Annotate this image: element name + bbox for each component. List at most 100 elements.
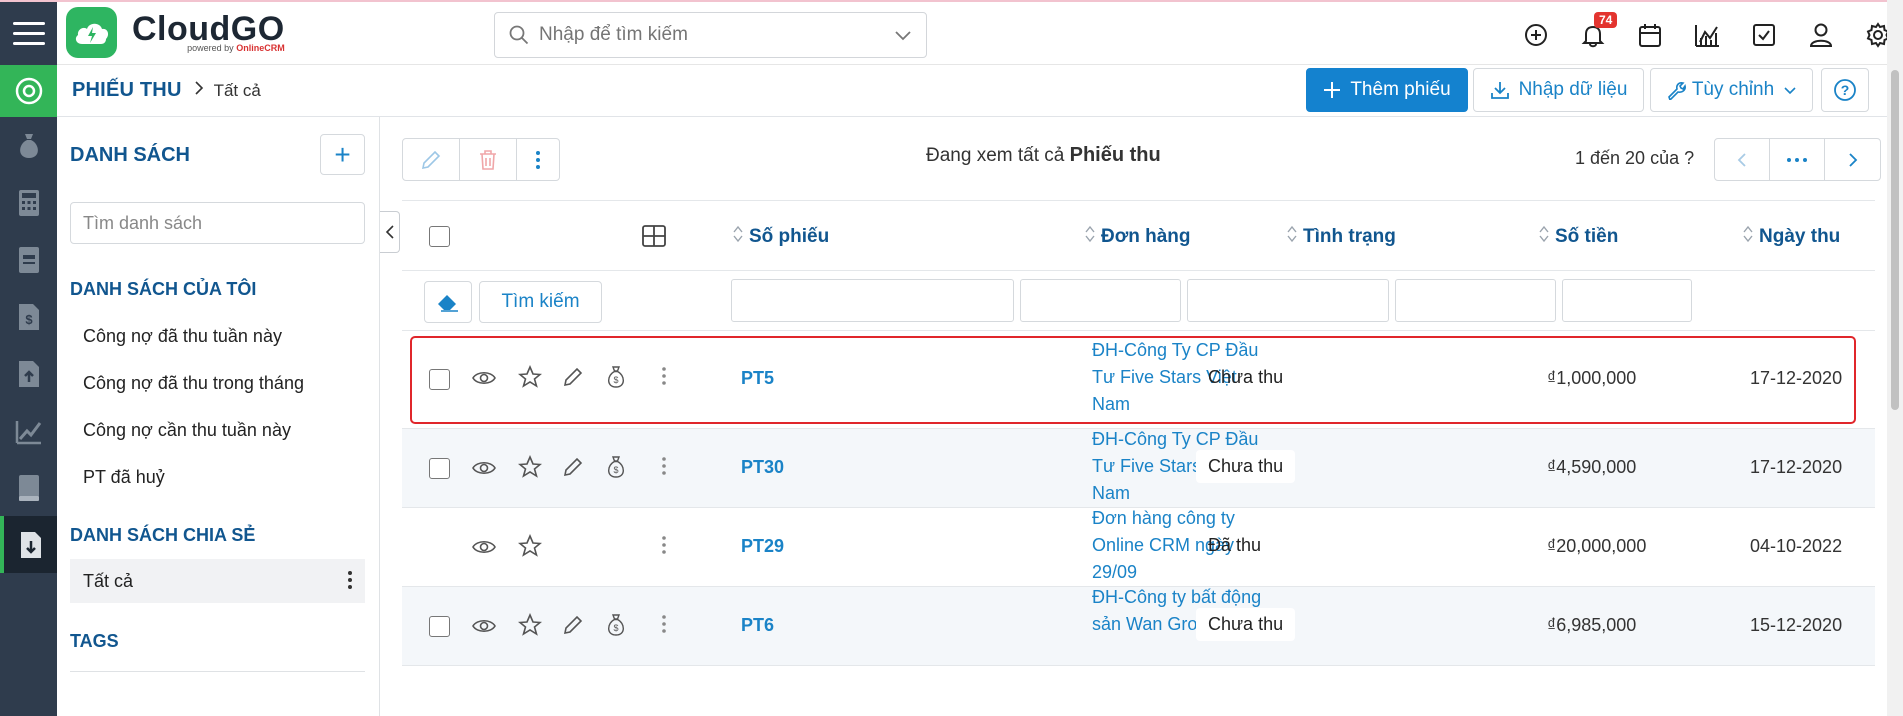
- edit-pencil-icon[interactable]: [562, 456, 584, 478]
- calendar-icon[interactable]: [1621, 14, 1678, 56]
- nav-dollar-document-icon[interactable]: $: [0, 288, 57, 345]
- select-all-checkbox[interactable]: [429, 226, 450, 247]
- clear-filters-eraser-icon[interactable]: [424, 281, 472, 323]
- nav-money-bag-icon[interactable]: [0, 117, 57, 174]
- collapse-panel-toggle[interactable]: [380, 211, 400, 253]
- my-lists-heading: DANH SÁCH CỦA TÔI: [70, 279, 257, 299]
- edit-pencil-icon[interactable]: [403, 139, 460, 180]
- reports-chart-icon[interactable]: [1678, 14, 1735, 56]
- view-eye-icon[interactable]: [472, 535, 496, 559]
- app-logo[interactable]: CloudGO powered by OnlineCRM: [66, 7, 285, 58]
- table-row[interactable]: $ PT6 ĐH-Công ty bất động sản Wan Group …: [402, 587, 1875, 666]
- nav-invoice-icon[interactable]: [0, 231, 57, 288]
- star-icon[interactable]: [518, 365, 542, 389]
- next-page-chevron-icon[interactable]: [1825, 139, 1880, 180]
- receipt-number-link[interactable]: PT30: [741, 457, 784, 478]
- receipt-number-link[interactable]: PT5: [741, 368, 774, 389]
- user-profile-icon[interactable]: [1792, 14, 1849, 56]
- column-header-number[interactable]: Số phiếu: [733, 225, 829, 249]
- star-icon[interactable]: [518, 455, 542, 479]
- row-checkbox[interactable]: [429, 458, 450, 479]
- money-bag-icon[interactable]: $: [605, 613, 627, 637]
- import-icon: [1490, 82, 1509, 99]
- column-header-date[interactable]: Ngày thu: [1743, 225, 1840, 249]
- search-input[interactable]: [539, 24, 879, 46]
- global-search[interactable]: [494, 12, 927, 58]
- delete-trash-icon[interactable]: [460, 139, 517, 180]
- date-value: 15-12-2020: [1750, 615, 1843, 635]
- row-checkbox[interactable]: [429, 616, 450, 637]
- edit-pencil-icon[interactable]: [562, 614, 584, 636]
- nav-book-icon[interactable]: [0, 459, 57, 516]
- add-receipt-button[interactable]: Thêm phiếu: [1306, 68, 1468, 112]
- column-layout-grid-icon[interactable]: [642, 225, 666, 247]
- view-eye-icon[interactable]: [472, 614, 496, 638]
- receipt-number-link[interactable]: PT29: [741, 536, 784, 557]
- previous-page-chevron-icon[interactable]: [1715, 139, 1770, 180]
- list-search-input[interactable]: Tìm danh sách: [70, 202, 365, 244]
- list-panel-title: DANH SÁCH: [70, 144, 190, 166]
- filter-order-input[interactable]: [1020, 279, 1181, 322]
- amount-value: ₫20,000,000: [1547, 536, 1647, 556]
- money-bag-icon[interactable]: $: [605, 455, 627, 479]
- column-header-order[interactable]: Đơn hàng: [1085, 225, 1191, 249]
- chevron-down-icon[interactable]: [893, 25, 913, 45]
- help-button[interactable]: ?: [1821, 68, 1869, 112]
- nav-home-icon[interactable]: [0, 65, 57, 117]
- quick-create-icon[interactable]: [1507, 14, 1564, 56]
- list-item[interactable]: Công nợ cần thu tuần này: [70, 408, 365, 452]
- list-item[interactable]: Công nợ đã thu tuần này: [70, 314, 365, 358]
- sort-icon: [1287, 225, 1297, 249]
- view-eye-icon[interactable]: [472, 366, 496, 390]
- row-menu-kebab-icon[interactable]: [662, 367, 666, 385]
- page-options-ellipsis-icon[interactable]: [1770, 139, 1825, 180]
- tasks-checkbox-icon[interactable]: [1735, 14, 1792, 56]
- receipt-number-link[interactable]: PT6: [741, 615, 774, 636]
- money-bag-icon[interactable]: $: [605, 365, 627, 389]
- nav-signature-chart-icon[interactable]: [0, 402, 57, 459]
- more-actions-icon[interactable]: [517, 139, 559, 180]
- filter-number-input[interactable]: [731, 279, 1014, 322]
- list-item-all[interactable]: Tất cả: [70, 559, 365, 603]
- filter-amount-input[interactable]: [1395, 279, 1556, 322]
- notifications-bell-icon[interactable]: 74: [1564, 12, 1621, 56]
- view-eye-icon[interactable]: [472, 456, 496, 480]
- customize-dropdown-button[interactable]: Tùy chỉnh: [1650, 68, 1813, 112]
- list-panel: DANH SÁCH + Tìm danh sách DANH SÁCH CỦA …: [57, 117, 380, 716]
- table-row[interactable]: $ PT30 ĐH-Công Ty CP Đầu Tư Five Stars V…: [402, 429, 1875, 508]
- bulk-actions-toolbar: [402, 138, 560, 181]
- filter-status-input[interactable]: [1187, 279, 1389, 322]
- star-icon[interactable]: [518, 534, 542, 558]
- column-header-amount[interactable]: Số tiền: [1539, 225, 1618, 249]
- top-bar: CloudGO powered by OnlineCRM 74: [0, 0, 1903, 65]
- filter-date-input[interactable]: [1562, 279, 1692, 322]
- pagination: [1714, 138, 1881, 181]
- pagination-summary: 1 đến 20 của ?: [1575, 148, 1695, 168]
- row-menu-kebab-icon[interactable]: [662, 615, 666, 633]
- list-item[interactable]: PT đã huỷ: [70, 455, 365, 499]
- list-item[interactable]: Công nợ đã thu trong tháng: [70, 361, 365, 405]
- filter-search-button[interactable]: Tìm kiếm: [479, 281, 602, 323]
- nav-upload-document-icon[interactable]: [0, 345, 57, 402]
- row-checkbox[interactable]: [429, 369, 450, 390]
- kebab-menu-icon[interactable]: [348, 571, 352, 594]
- import-data-button[interactable]: Nhập dữ liệu: [1473, 68, 1644, 112]
- nav-calculator-icon[interactable]: [0, 174, 57, 231]
- table-row[interactable]: PT29 Đơn hàng công ty Online CRM ngày 29…: [402, 508, 1875, 587]
- row-menu-kebab-icon[interactable]: [662, 536, 666, 554]
- shared-lists-heading: DANH SÁCH CHIA SẺ: [70, 525, 256, 545]
- row-menu-kebab-icon[interactable]: [662, 457, 666, 475]
- star-icon[interactable]: [518, 613, 542, 637]
- date-value: 17-12-2020: [1750, 457, 1843, 477]
- hamburger-menu-icon[interactable]: [0, 2, 57, 65]
- breadcrumb-module[interactable]: PHIẾU THU: [72, 79, 182, 102]
- nav-download-document-icon[interactable]: [0, 516, 57, 573]
- table-row[interactable]: $ PT5 ĐH-Công Ty CP Đầu Tư Five Stars Vi…: [402, 331, 1875, 429]
- records-table: Số phiếu Đơn hàng Tình trạng Số tiền Ngà…: [402, 200, 1875, 716]
- edit-pencil-icon[interactable]: [562, 366, 584, 388]
- scrollbar-thumb[interactable]: [1891, 70, 1899, 410]
- add-list-button[interactable]: +: [320, 134, 365, 175]
- column-header-status[interactable]: Tình trạng: [1287, 225, 1396, 249]
- sort-icon: [1085, 225, 1095, 249]
- page-scrollbar[interactable]: [1887, 0, 1903, 716]
